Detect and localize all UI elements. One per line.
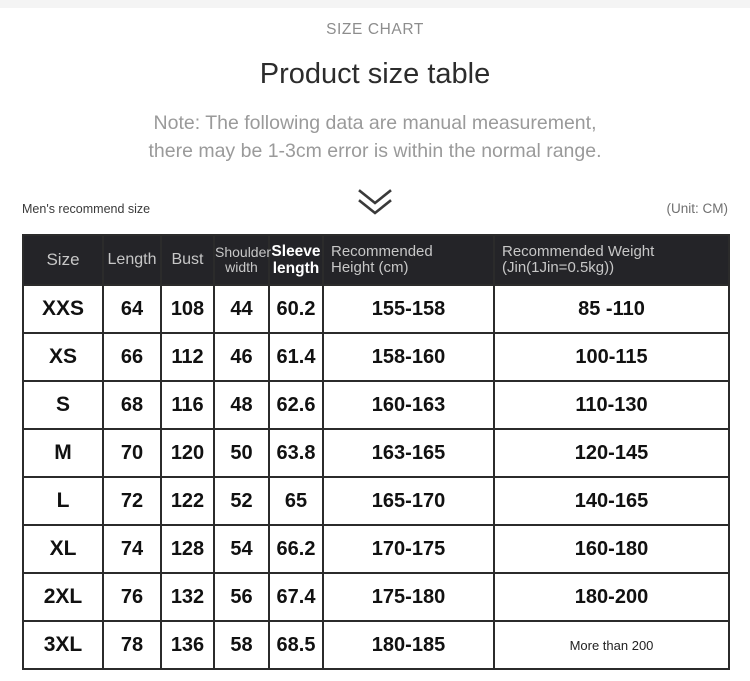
column-header-sleeve-length-line2: length <box>272 260 320 277</box>
cell-sleeve_length: 63.8 <box>268 428 324 478</box>
cell-recommended_height: 175-180 <box>322 572 495 622</box>
cell-recommended_weight: 100-115 <box>493 332 730 382</box>
table-row: M 70 120 50 63.8 163-165 120-145 <box>22 428 730 478</box>
cell-recommended_height: 158-160 <box>322 332 495 382</box>
cell-bust: 112 <box>160 332 215 382</box>
size-table: Size Length Bust Shoulder width Sleeve l… <box>22 234 730 670</box>
cell-bust: 136 <box>160 620 215 670</box>
cell-shoulder_width: 46 <box>213 332 270 382</box>
cell-recommended_weight: 85 -110 <box>493 284 730 334</box>
column-header-recommended-height: Recommended Height (cm) <box>322 234 495 286</box>
cell-size: S <box>22 380 104 430</box>
cell-shoulder_width: 56 <box>213 572 270 622</box>
table-row: 2XL 76 132 56 67.4 175-180 180-200 <box>22 572 730 622</box>
cell-shoulder_width: 50 <box>213 428 270 478</box>
column-header-bust: Bust <box>160 234 215 286</box>
cell-recommended_height: 160-163 <box>322 380 495 430</box>
cell-length: 78 <box>102 620 162 670</box>
cell-size: M <box>22 428 104 478</box>
note-line-2: there may be 1-3cm error is within the n… <box>148 139 602 162</box>
table-row: XS 66 112 46 61.4 158-160 100-115 <box>22 332 730 382</box>
cell-sleeve_length: 66.2 <box>268 524 324 574</box>
cell-recommended_weight: 110-130 <box>493 380 730 430</box>
column-header-shoulder-width: Shoulder width <box>213 234 272 286</box>
table-row: XXS 64 108 44 60.2 155-158 85 -110 <box>22 284 730 334</box>
recommend-size-label: Men's recommend size <box>22 201 151 216</box>
cell-length: 68 <box>102 380 162 430</box>
cell-sleeve_length: 60.2 <box>268 284 324 334</box>
page-title: Product size table <box>259 57 491 90</box>
table-header-row: Size Length Bust Shoulder width Sleeve l… <box>22 234 730 286</box>
cell-bust: 122 <box>160 476 215 526</box>
unit-label: (Unit: CM) <box>666 201 729 216</box>
column-header-shoulder-width-line1: Shoulder <box>215 243 272 260</box>
column-header-length: Length <box>102 234 162 286</box>
top-strip <box>0 0 750 8</box>
table-row: S 68 116 48 62.6 160-163 110-130 <box>22 380 730 430</box>
cell-recommended_height: 170-175 <box>322 524 495 574</box>
cell-shoulder_width: 44 <box>213 284 270 334</box>
cell-shoulder_width: 54 <box>213 524 270 574</box>
cell-sleeve_length: 62.6 <box>268 380 324 430</box>
measurement-note: Note: The following data are manual meas… <box>0 109 750 166</box>
cell-recommended_height: 155-158 <box>322 284 495 334</box>
cell-recommended_weight: 140-165 <box>493 476 730 526</box>
column-header-shoulder-width-line2: width <box>225 259 258 275</box>
table-meta-row: Men's recommend size (Unit: CM) <box>22 201 728 216</box>
cell-sleeve_length: 65 <box>268 476 324 526</box>
cell-size: L <box>22 476 104 526</box>
page-header: SIZE CHART Product size table Note: The … <box>0 8 750 165</box>
cell-bust: 120 <box>160 428 215 478</box>
cell-length: 76 <box>102 572 162 622</box>
cell-sleeve_length: 61.4 <box>268 332 324 382</box>
note-line-1: Note: The following data are manual meas… <box>153 111 597 134</box>
column-header-recommended-weight-line1: Recommended Weight <box>502 242 655 260</box>
cell-recommended_height: 165-170 <box>322 476 495 526</box>
cell-shoulder_width: 48 <box>213 380 270 430</box>
cell-sleeve_length: 67.4 <box>268 572 324 622</box>
cell-bust: 132 <box>160 572 215 622</box>
cell-length: 70 <box>102 428 162 478</box>
table-body: XXS 64 108 44 60.2 155-158 85 -110 XS 66 112 46 61.… <box>22 284 730 670</box>
column-header-recommended-height-line1: Recommended <box>331 242 433 260</box>
cell-size: XXS <box>22 284 104 334</box>
column-header-sleeve-length-line1: Sleeve <box>271 242 321 260</box>
cell-length: 72 <box>102 476 162 526</box>
cell-bust: 116 <box>160 380 215 430</box>
cell-length: 64 <box>102 284 162 334</box>
cell-size: 3XL <box>22 620 104 670</box>
table-row: XL 74 128 54 66.2 170-175 160-180 <box>22 524 730 574</box>
column-header-recommended-height-line2: Height (cm) <box>331 259 409 276</box>
table-row: L 72 122 52 65 165-170 140-165 <box>22 476 730 526</box>
cell-recommended_weight: 180-200 <box>493 572 730 622</box>
column-header-recommended-weight-line2: (Jin(1Jin=0.5kg)) <box>502 259 615 276</box>
column-header-recommended-weight: Recommended Weight (Jin(1Jin=0.5kg)) <box>493 234 730 286</box>
cell-recommended_weight: More than 200 <box>493 620 730 670</box>
cell-recommended_weight: 160-180 <box>493 524 730 574</box>
cell-bust: 108 <box>160 284 215 334</box>
cell-recommended_height: 163-165 <box>322 428 495 478</box>
cell-shoulder_width: 52 <box>213 476 270 526</box>
cell-shoulder_width: 58 <box>213 620 270 670</box>
size-table-container: Size Length Bust Shoulder width Sleeve l… <box>22 234 730 670</box>
cell-size: 2XL <box>22 572 104 622</box>
table-row: 3XL 78 136 58 68.5 180-185 More than 200 <box>22 620 730 670</box>
cell-length: 74 <box>102 524 162 574</box>
cell-sleeve_length: 68.5 <box>268 620 324 670</box>
column-header-sleeve-length: Sleeve length <box>268 234 324 286</box>
cell-size: XL <box>22 524 104 574</box>
eyebrow-label: SIZE CHART <box>326 21 424 38</box>
table-header: Size Length Bust Shoulder width Sleeve l… <box>22 234 730 286</box>
cell-bust: 128 <box>160 524 215 574</box>
cell-recommended_weight: 120-145 <box>493 428 730 478</box>
cell-recommended_height: 180-185 <box>322 620 495 670</box>
cell-size: XS <box>22 332 104 382</box>
cell-length: 66 <box>102 332 162 382</box>
column-header-size: Size <box>22 234 104 286</box>
